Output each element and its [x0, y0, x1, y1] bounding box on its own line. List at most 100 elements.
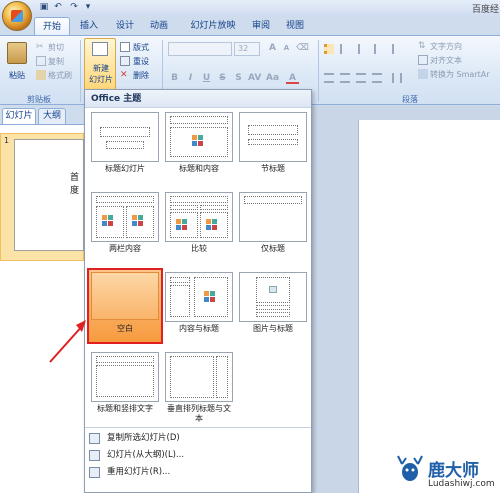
format-painter-button[interactable]: 格式刷	[48, 70, 72, 81]
layout-content-caption[interactable]: 内容与标题	[163, 270, 235, 344]
layout-icon	[120, 42, 130, 52]
bold-icon[interactable]: B	[168, 72, 181, 84]
tab-home[interactable]: 开始	[34, 17, 70, 36]
undo-icon[interactable]: ↶	[52, 2, 64, 13]
slide-canvas[interactable]	[358, 120, 500, 493]
picture-icon	[269, 286, 277, 293]
layout-section-header[interactable]: 节标题	[237, 110, 309, 184]
layout-picture-caption[interactable]: 图片与标题	[237, 270, 309, 344]
title-bar: ▣ ↶ ↷ ▾ 百度经	[0, 0, 500, 16]
align-left-icon[interactable]	[324, 73, 334, 83]
content-icons	[206, 219, 220, 230]
layout-title-only[interactable]: 仅标题	[237, 190, 309, 264]
grow-font-icon[interactable]: A	[266, 42, 279, 54]
convert-smartart-button[interactable]: 转换为 SmartAr	[430, 69, 490, 80]
redo-icon[interactable]: ↷	[68, 2, 80, 13]
new-slide-button[interactable]: 新建 幻灯片	[84, 38, 116, 92]
content-icons	[176, 219, 190, 230]
spacing-icon[interactable]: AV	[248, 72, 261, 84]
columns-icon[interactable]	[392, 73, 402, 83]
layout-label: 比较	[191, 244, 207, 253]
paste-label: 粘贴	[9, 71, 25, 80]
content-icons	[204, 291, 218, 302]
clipboard-group-label: 剪贴板	[27, 95, 51, 104]
shrink-font-icon[interactable]: A	[280, 42, 293, 54]
underline-icon[interactable]: U	[200, 72, 213, 84]
shadow-icon[interactable]: S	[232, 72, 245, 84]
layout-label: 内容与标题	[179, 324, 219, 333]
align-center-icon[interactable]	[340, 73, 350, 83]
numbering-icon[interactable]	[340, 44, 350, 54]
text-direction-button[interactable]: 文字方向	[430, 41, 462, 52]
clipboard-icon	[7, 42, 27, 64]
slides-from-outline-item[interactable]: 幻灯片(从大纲)(L)...	[85, 447, 311, 464]
clear-format-icon[interactable]: ⌫	[296, 42, 309, 54]
layout-preview	[91, 352, 159, 402]
duplicate-slides-label: 复制所选幻灯片(D)	[107, 433, 180, 443]
new-slide-label-1: 新建	[93, 64, 109, 73]
layout-two-content[interactable]: 两栏内容	[89, 190, 161, 264]
case-icon[interactable]: Aa	[266, 72, 279, 84]
layout-preview	[91, 112, 159, 162]
layout-label: 标题和竖排文字	[97, 404, 153, 413]
gallery-header: Office 主题	[85, 90, 311, 108]
layout-title-content[interactable]: 标题和内容	[163, 110, 235, 184]
format-painter-icon	[36, 70, 46, 80]
font-size-input[interactable]: 32	[234, 42, 260, 56]
annotation-arrow-icon	[49, 320, 86, 363]
tab-insert[interactable]: 插入	[74, 17, 104, 36]
delete-slide-button[interactable]: 删除	[133, 70, 149, 81]
scissors-icon: ✂	[36, 42, 44, 52]
content-icons	[102, 215, 116, 226]
reuse-slides-item[interactable]: 重用幻灯片(R)...	[85, 464, 311, 481]
layout-title-vertical-text[interactable]: 标题和竖排文字	[89, 350, 161, 424]
save-icon[interactable]: ▣	[38, 2, 50, 13]
tab-outline-panel[interactable]: 大纲	[38, 108, 66, 124]
outdent-icon[interactable]	[358, 44, 368, 54]
bullets-icon[interactable]	[324, 44, 334, 54]
layout-label-line-2: 本	[195, 414, 203, 423]
menu-divider	[85, 427, 311, 428]
tab-design[interactable]: 设计	[110, 17, 140, 36]
content-icons	[192, 135, 206, 146]
office-button[interactable]	[2, 1, 32, 31]
layout-preview	[91, 272, 159, 320]
layout-vertical-title-text[interactable]: 垂直排列标题与文 本	[163, 350, 235, 424]
slide-number: 1	[4, 136, 10, 145]
tab-animations[interactable]: 动画	[144, 17, 174, 36]
align-text-button[interactable]: 对齐文本	[430, 55, 462, 66]
duplicate-icon	[89, 433, 100, 444]
copy-button[interactable]: 复制	[48, 56, 64, 67]
tab-review[interactable]: 审阅	[246, 17, 276, 36]
layout-gallery: Office 主题 标题幻灯片 标题和内容 节标题 两栏内容 比较 仅标题 空白…	[84, 89, 312, 493]
tab-view[interactable]: 视图	[280, 17, 310, 36]
font-color-icon[interactable]: A	[286, 72, 299, 84]
layout-preview	[165, 352, 233, 402]
font-name-input[interactable]	[168, 42, 232, 56]
reset-button[interactable]: 重设	[133, 56, 149, 67]
paste-button[interactable]: 粘贴	[4, 40, 30, 90]
outline-icon	[89, 450, 100, 461]
cut-button[interactable]: 剪切	[48, 42, 64, 53]
italic-icon[interactable]: I	[184, 72, 197, 84]
layout-title-slide[interactable]: 标题幻灯片	[89, 110, 161, 184]
slides-from-outline-label: 幻灯片(从大纲)(L)...	[107, 450, 185, 460]
customize-icon[interactable]: ▾	[82, 2, 94, 13]
layout-button[interactable]: 版式	[133, 42, 149, 53]
indent-icon[interactable]	[374, 44, 384, 54]
duplicate-slides-item[interactable]: 复制所选幻灯片(D)	[85, 430, 311, 447]
delete-icon: ✕	[120, 70, 128, 80]
justify-icon[interactable]	[372, 73, 382, 83]
layout-blank[interactable]: 空白	[87, 268, 163, 344]
layout-label: 标题幻灯片	[105, 164, 145, 173]
tab-slides-panel[interactable]: 幻灯片	[2, 108, 36, 124]
align-right-icon[interactable]	[356, 73, 366, 83]
tab-slide-show[interactable]: 幻灯片放映	[182, 17, 244, 36]
layout-comparison[interactable]: 比较	[163, 190, 235, 264]
line-spacing-icon[interactable]	[392, 44, 402, 54]
slide-thumbnail[interactable]: 首度	[14, 139, 84, 251]
layout-preview	[165, 192, 233, 242]
layout-label: 节标题	[261, 164, 285, 173]
strikethrough-icon[interactable]: S	[216, 72, 229, 84]
layout-label: 图片与标题	[253, 324, 293, 333]
